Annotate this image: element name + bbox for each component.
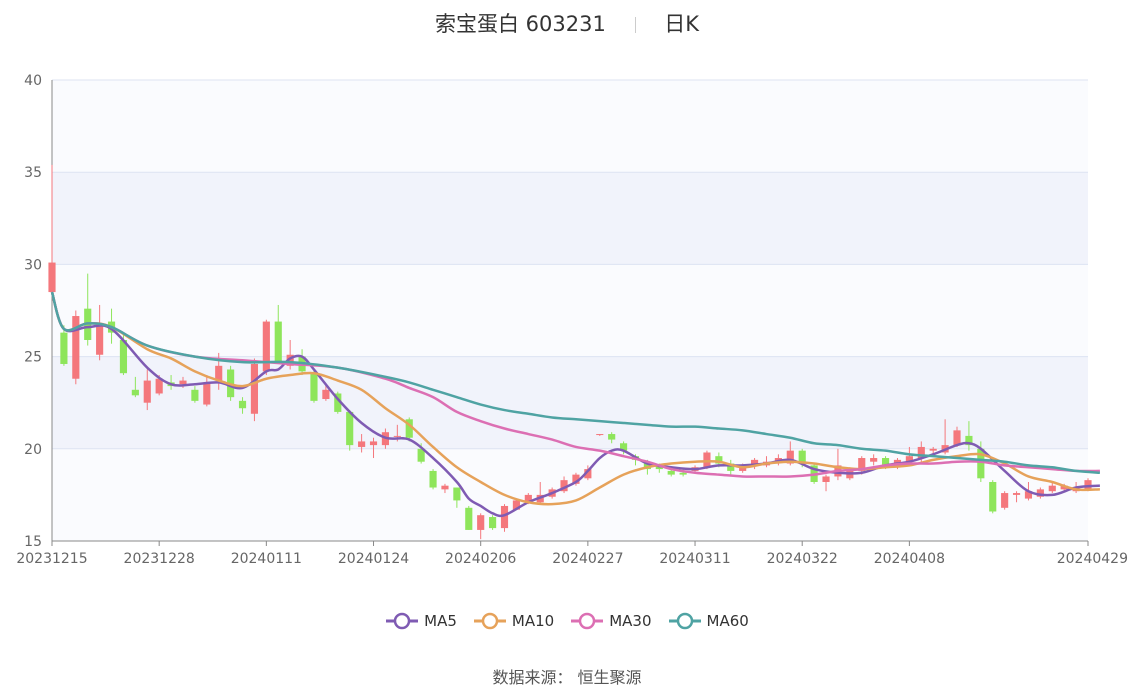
candle-body <box>238 400 247 409</box>
candle-body <box>191 389 199 401</box>
x-tick-label: 20240311 <box>659 551 730 567</box>
x-tick-label: 20240227 <box>552 551 623 567</box>
plot-band <box>52 80 1088 173</box>
candle-body <box>96 323 104 355</box>
y-tick-label: 30 <box>24 257 42 273</box>
candle-body <box>60 332 68 364</box>
data-source: 数据来源： 恒生聚源 <box>492 668 642 687</box>
candle-body <box>48 262 56 293</box>
x-tick-label: 20231228 <box>124 551 195 567</box>
legend-label: MA5 <box>424 612 457 630</box>
candle-body <box>489 517 497 529</box>
candle-body <box>1084 480 1092 490</box>
candle-body <box>155 378 163 394</box>
legend-label: MA30 <box>609 612 652 630</box>
x-tick-label: 20240206 <box>445 551 516 567</box>
legend-item-ma10[interactable]: MA10 <box>473 612 554 630</box>
candle-body <box>1012 493 1021 495</box>
legend-item-ma30[interactable]: MA30 <box>570 612 652 630</box>
candle-body <box>1001 493 1009 508</box>
y-tick-label: 20 <box>24 442 42 458</box>
legend-label: MA60 <box>706 612 749 630</box>
candle-body <box>179 380 187 385</box>
legend-marker-icon <box>571 612 604 630</box>
candle-body <box>322 389 330 400</box>
candle-body <box>703 452 711 468</box>
y-tick-label: 15 <box>24 534 42 550</box>
legend-marker-icon <box>386 612 419 630</box>
legend-label: MA10 <box>511 612 555 630</box>
x-tick-label: 20240322 <box>767 551 838 567</box>
candle-body <box>667 470 675 475</box>
candle-body <box>358 441 366 447</box>
candle-body <box>989 481 997 512</box>
x-tick-label: 20240111 <box>231 551 302 567</box>
plot-band <box>52 264 1088 357</box>
candle-body <box>310 373 318 401</box>
candle-body <box>608 434 616 440</box>
candle-body <box>453 487 461 501</box>
candle-body <box>262 321 270 372</box>
candle-body <box>596 434 604 436</box>
legend-item-ma5[interactable]: MA5 <box>385 612 457 630</box>
candle-body <box>1048 485 1056 492</box>
candle-body <box>477 515 485 530</box>
x-tick-label: 20240124 <box>338 551 409 567</box>
candle-body <box>870 458 878 462</box>
candle-body <box>929 448 937 451</box>
x-tick-label: 20231215 <box>16 551 87 567</box>
candle-body <box>441 485 449 490</box>
legend: MA5 MA10 MA30 MA60 <box>0 612 1134 634</box>
candle-body <box>393 435 401 437</box>
candle-body <box>346 411 354 446</box>
legend-item-ma60[interactable]: MA60 <box>668 612 749 630</box>
x-tick-label: 20240429 <box>1057 551 1128 567</box>
candle-body <box>822 476 830 482</box>
y-tick-label: 25 <box>24 350 42 366</box>
y-tick-label: 35 <box>24 165 42 181</box>
candlestick-chart: 40 35 30 25 20 1520231215 20231228 20240111 2024… <box>16 73 1128 567</box>
candle-body <box>131 389 139 396</box>
candle-body <box>215 365 223 381</box>
candle-body <box>465 507 473 530</box>
candle-body <box>369 441 378 446</box>
candle-body <box>143 380 151 403</box>
candle-body <box>274 321 282 363</box>
plot-band <box>52 172 1088 265</box>
candle-body <box>500 505 509 529</box>
candle-body <box>953 430 961 446</box>
candle-body <box>250 363 259 414</box>
candle-body <box>679 472 687 475</box>
candle-body <box>429 470 437 488</box>
candle-body <box>203 382 211 405</box>
x-tick-label: 20240408 <box>874 551 945 567</box>
legend-marker-icon <box>473 612 506 630</box>
y-tick-label: 40 <box>24 73 42 89</box>
legend-marker-icon <box>668 612 701 630</box>
